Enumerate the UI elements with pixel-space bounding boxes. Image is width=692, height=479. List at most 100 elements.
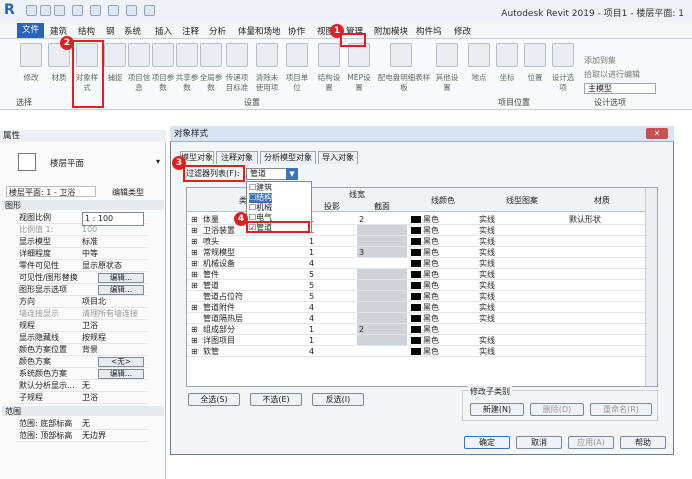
shared-params-icon[interactable] [176,43,198,67]
cancel-button[interactable]: 取消 [516,436,562,449]
cell-pattern[interactable]: 实线 [479,236,495,247]
expand-icon[interactable]: ⊞ [191,324,198,335]
cell-proj[interactable]: 1 [309,247,314,258]
project-info-icon[interactable] [128,43,150,67]
undo-icon[interactable] [72,5,83,16]
tab-annotate[interactable]: 注释 [182,25,199,37]
select-none-button[interactable]: 不选(E) [250,393,302,406]
cell-linecolor[interactable]: 黑色 [411,258,439,269]
expand-icon[interactable]: ⊞ [191,346,198,357]
cell-proj[interactable]: 4 [309,313,314,324]
expand-icon[interactable]: ⊞ [191,236,198,247]
cell-cut[interactable]: 3 [359,247,364,258]
expand-icon[interactable]: ⊞ [191,225,198,236]
table-row[interactable]: ⊞ 管道 5 黑色 实线 [187,280,657,291]
cell-linecolor[interactable]: 黑色 [411,313,439,324]
file-tab[interactable]: 文件 [17,23,44,38]
cell-pattern[interactable]: 实线 [479,214,495,225]
view-selector[interactable]: 楼层平面: 1 - 卫浴 [6,186,96,197]
tab-analytical-objects[interactable]: 分析模型对象 [260,151,316,164]
project-params-icon[interactable] [152,43,174,67]
color-scheme-button[interactable]: <无> [98,357,144,367]
expand-icon[interactable]: ⊞ [191,269,198,280]
sync-icon[interactable] [54,5,65,16]
cell-linecolor[interactable]: 黑色 [411,302,439,313]
group-select[interactable]: 选择 [16,97,32,108]
cell-linecolor[interactable]: 黑色 [411,335,439,346]
invert-button[interactable]: 反选(I) [312,393,364,406]
project-units-icon[interactable] [286,43,308,67]
tab-addins[interactable]: 附加模块 [374,25,408,37]
table-row[interactable]: ⊞ 管件 5 黑色 实线 [187,269,657,280]
section-graphics[interactable]: 图形 [2,200,164,210]
redo-icon[interactable] [90,5,101,16]
cell-pattern[interactable]: 实线 [479,258,495,269]
graphic-display-edit-button[interactable]: 编辑... [98,285,144,295]
tab-annotation-objects[interactable]: 注释对象 [216,151,258,164]
cell-linecolor[interactable]: 黑色 [411,214,439,225]
cell-pattern[interactable]: 实线 [479,313,495,324]
option-structure[interactable]: ☐结构 [249,193,273,203]
transfer-standards-icon[interactable] [226,43,248,67]
cell-pattern[interactable]: 实线 [479,346,495,357]
cell-linecolor[interactable]: 黑色 [411,324,439,335]
design-options-icon[interactable] [552,43,574,67]
tab-imported-objects[interactable]: 导入对象 [318,151,358,164]
cell-proj[interactable]: 5 [309,269,314,280]
cell-linecolor[interactable]: 黑色 [411,280,439,291]
chevron-down-icon[interactable]: ▼ [286,168,298,180]
ok-button[interactable]: 确定 [464,436,510,449]
cell-pattern[interactable]: 实线 [479,335,495,346]
grid-scrollbar[interactable] [645,188,657,386]
expand-icon[interactable]: ⊞ [191,258,198,269]
cell-pattern[interactable]: 实线 [479,302,495,313]
expand-icon[interactable]: ⊞ [191,335,198,346]
cell-material[interactable]: 默认形状 [569,214,601,225]
select-all-button[interactable]: 全选(S) [188,393,240,406]
coordinates-icon[interactable] [496,43,518,67]
type-selector[interactable]: 楼层平面 ▾ [8,143,166,183]
open-icon[interactable] [26,5,37,16]
cell-linecolor[interactable]: 黑色 [411,236,439,247]
cell-proj[interactable]: 1 [309,236,314,247]
cell-proj[interactable]: 1 [309,324,314,335]
location-icon[interactable] [468,43,490,67]
tab-insert[interactable]: 插入 [155,25,172,37]
expand-icon[interactable]: ⊞ [191,280,198,291]
tab-component-dock[interactable]: 构件坞 [416,25,442,37]
cell-cut[interactable]: 2 [359,324,364,335]
table-row[interactable]: ⊞ 软管 4 黑色 实线 [187,346,657,357]
expand-icon[interactable]: ⊞ [191,247,198,258]
cell-pattern[interactable]: 实线 [479,225,495,236]
revit-logo-icon[interactable]: R [4,2,20,18]
design-option-select[interactable]: 主模型 [584,83,656,94]
cell-linecolor[interactable]: 黑色 [411,291,439,302]
panel-schedule-icon[interactable] [390,43,412,67]
add-to-set[interactable]: 添加到集 [584,55,616,66]
cell-pattern[interactable]: 实线 [479,291,495,302]
table-row[interactable]: 管道占位符 5 黑色 实线 [187,291,657,302]
help-button[interactable]: 帮助 [620,436,666,449]
table-row[interactable]: ⊞ 喷头 1 黑色 实线 [187,236,657,247]
pick-to-edit[interactable]: 拾取以进行编辑 [584,69,640,80]
cell-pattern[interactable]: 实线 [479,247,495,258]
cell-linecolor[interactable]: 黑色 [411,346,439,357]
tab-steel[interactable]: 钢 [106,25,115,37]
tab-modify[interactable]: 修改 [454,25,471,37]
expand-icon[interactable]: ⊞ [191,302,198,313]
cell-proj[interactable]: 5 [309,280,314,291]
chevron-down-icon[interactable]: ▾ [156,157,160,166]
close-icon[interactable]: ✕ [646,128,668,139]
cell-proj[interactable]: 4 [309,258,314,269]
cell-pattern[interactable]: 实线 [479,269,495,280]
cell-proj[interactable]: 4 [309,346,314,357]
cell-proj[interactable]: 4 [309,302,314,313]
section-range[interactable]: 范围 [2,406,164,416]
tab-massing-site[interactable]: 体量和场地 [238,25,281,37]
tab-systems[interactable]: 系统 [124,25,141,37]
global-params-icon[interactable] [200,43,222,67]
snaps-icon[interactable] [104,43,126,67]
modify-tool-icon[interactable] [20,43,42,67]
tab-collaborate[interactable]: 协作 [288,25,305,37]
table-row[interactable]: ⊞ 详图项目 1 黑色 实线 [187,335,657,346]
